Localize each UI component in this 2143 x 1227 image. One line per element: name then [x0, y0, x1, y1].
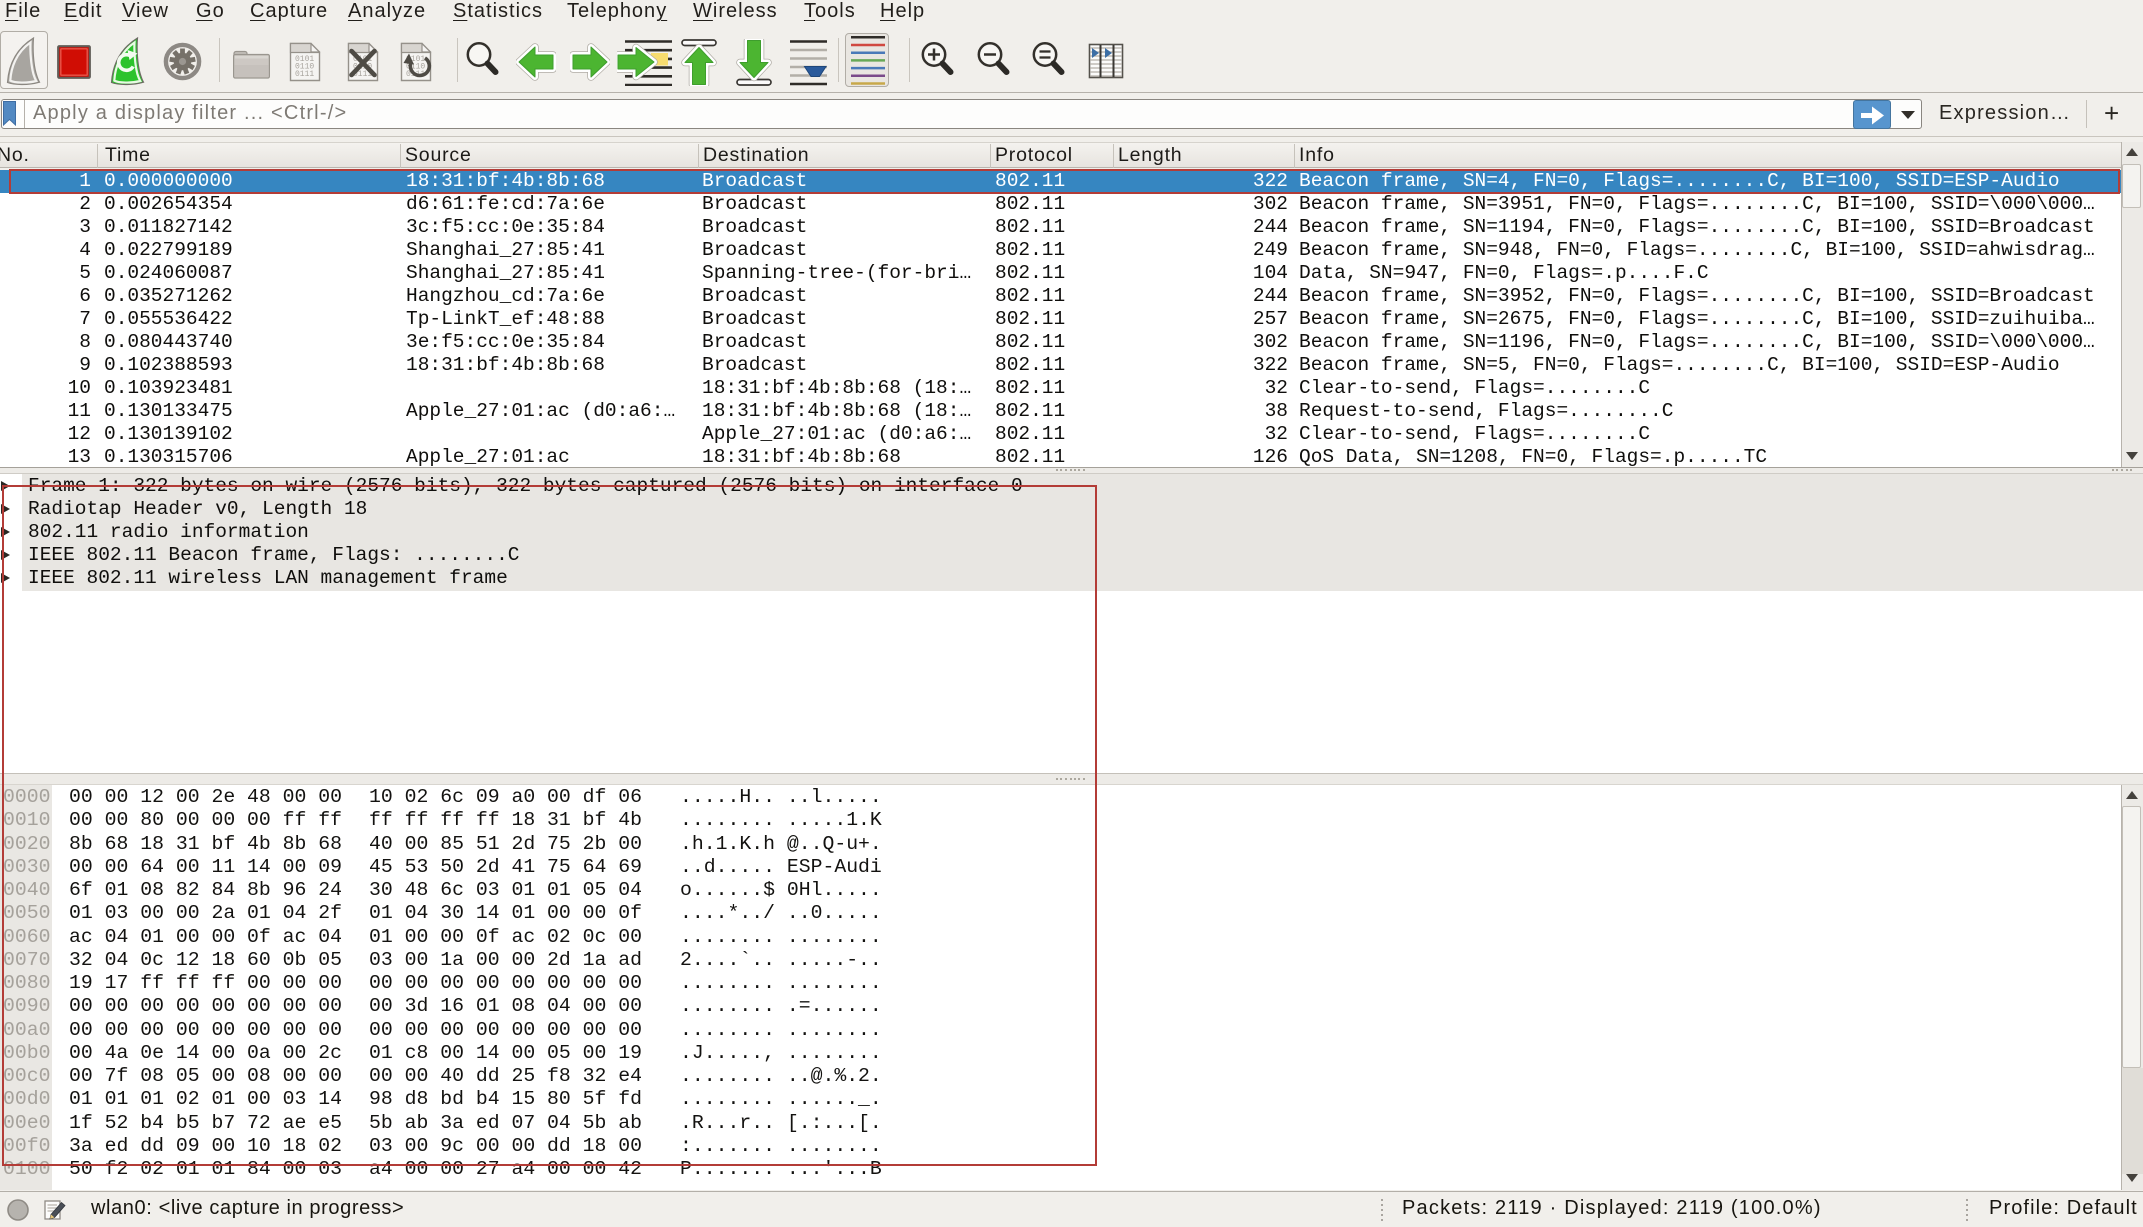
svg-text:0111: 0111: [295, 70, 314, 79]
